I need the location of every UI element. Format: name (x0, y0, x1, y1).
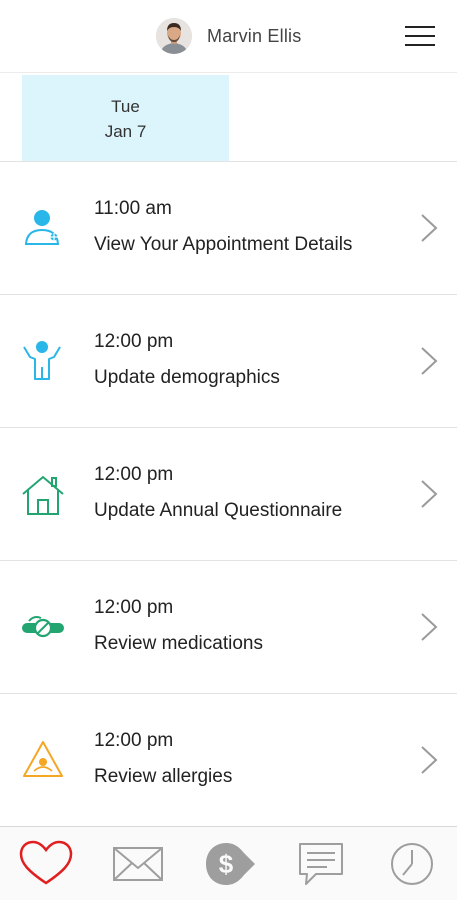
task-time: 11:00 am (94, 198, 172, 219)
user-name: Marvin Ellis (207, 26, 302, 46)
pills-icon (22, 616, 64, 638)
chat-icon[interactable] (294, 839, 350, 889)
task-time: 12:00 pm (94, 331, 174, 352)
bottom-nav: $ (0, 826, 457, 900)
task-time: 12:00 pm (94, 464, 174, 485)
date-day-of-week: Tue (111, 97, 140, 116)
task-row-questionnaire[interactable]: 12:00 pm Update Annual Questionnaire (0, 428, 457, 561)
task-title: Review allergies (94, 766, 233, 787)
app-header: Marvin Ellis (0, 0, 457, 72)
avatar[interactable] (156, 18, 192, 54)
chevron-right-icon (421, 347, 438, 375)
task-row-allergies[interactable]: 12:00 pm Review allergies (0, 694, 457, 827)
date-strip: Tue Jan 7 (0, 72, 457, 162)
task-time: 12:00 pm (94, 730, 174, 751)
chevron-right-icon (421, 613, 438, 641)
task-title: Update Annual Questionnaire (94, 500, 343, 521)
hamburger-menu-icon[interactable] (405, 24, 437, 48)
chevron-right-icon (421, 746, 438, 774)
house-icon (22, 475, 64, 515)
svg-text:$: $ (219, 849, 234, 879)
date-label: Jan 7 (104, 122, 147, 141)
doctor-icon (24, 210, 60, 245)
mail-icon[interactable] (110, 839, 166, 889)
task-title: Update demographics (94, 367, 280, 388)
user-avatar-icon (156, 18, 192, 54)
task-time: 12:00 pm (94, 597, 174, 618)
task-title: Review medications (94, 633, 263, 654)
task-row-appointment[interactable]: 11:00 am View Your Appointment Details (0, 162, 457, 295)
task-row-demographics[interactable]: 12:00 pm Update demographics (0, 295, 457, 428)
chevron-right-icon (421, 480, 438, 508)
task-row-medications[interactable]: 12:00 pm Review medications (0, 561, 457, 694)
heart-icon[interactable] (18, 839, 74, 889)
clock-icon[interactable] (384, 839, 440, 889)
allergy-warning-icon (23, 741, 63, 777)
app-root: Marvin Ellis Tue Jan 7 11:00 am View You… (0, 0, 457, 900)
chevron-right-icon (421, 214, 438, 242)
date-cell-selected[interactable]: Tue Jan 7 (22, 75, 229, 161)
task-title: View Your Appointment Details (94, 234, 353, 255)
billing-dollar-icon[interactable]: $ (202, 839, 258, 889)
person-icon (23, 341, 61, 380)
